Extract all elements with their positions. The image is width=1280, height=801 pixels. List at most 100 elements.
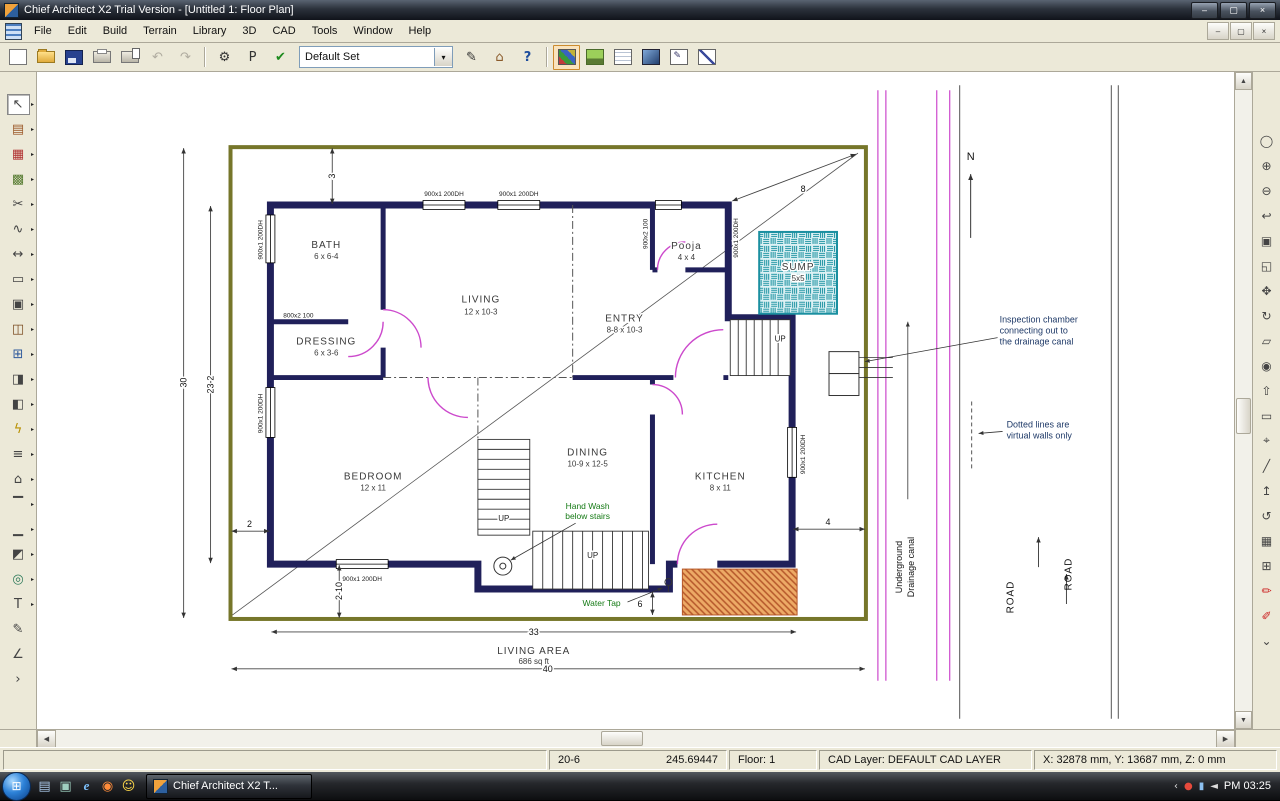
room-size-kitchen[interactable]: 8 x 11 [710,483,732,492]
room-label-bath[interactable]: BATH [311,240,341,251]
dim-4[interactable]: 4 [826,517,831,527]
furniture-tools[interactable]: ◧ ▸ [1,392,35,417]
close-button[interactable]: × [1249,2,1276,19]
room-label-pooja[interactable]: Pooja [671,241,701,252]
internet-explorer-icon[interactable]: e [76,775,97,797]
window-label-pooja-right[interactable]: 900x1 200DH [733,218,740,258]
living-area-label[interactable]: LIVING AREA [497,646,570,657]
scroll-down-button[interactable]: ▼ [1235,711,1252,729]
room-size-entry[interactable]: 8-8 x 10-3 [607,326,643,335]
redline-tool[interactable]: ✐ [1255,603,1279,628]
camera-view-tools[interactable]: ◎ ▸ [1,567,35,592]
dim-6[interactable]: 6 [637,599,642,609]
window-label-left-1[interactable]: 900x1 200DH [257,220,264,260]
porch-paving[interactable] [682,569,797,615]
help-contents-button[interactable]: ? [514,45,541,70]
pan-window-tool[interactable]: ✥ [1255,278,1279,303]
tool-dropdown-icon[interactable]: ▸ [31,426,34,433]
scroll-left-button[interactable]: ◀ [37,730,56,748]
tool-dropdown-icon[interactable]: ▸ [31,101,34,108]
wall-break-tool[interactable]: ✂ ▸ [1,192,35,217]
tool-dropdown-icon[interactable]: ▸ [31,126,34,133]
undo-button[interactable]: ↶ [144,45,171,70]
tool-dropdown-icon[interactable]: ▸ [31,151,34,158]
perspective-view-button[interactable] [637,45,664,70]
room-size-sump[interactable]: 5x5 [792,274,805,283]
plan-view-button[interactable] [553,45,580,70]
select-objects-tool[interactable]: ↖ ▸ [1,92,35,117]
north-label[interactable]: N [967,151,975,163]
antivirus-tray-icon[interactable]: ● [1184,781,1193,792]
print-preview-button[interactable] [116,45,143,70]
copy-region-tool[interactable]: ▱ [1255,328,1279,353]
window-label-top-1[interactable]: 900x1 200DH [424,191,464,198]
draw-line-tool[interactable]: ╱ [1255,453,1279,478]
cross-section-button[interactable] [693,45,720,70]
door-label-pooja[interactable]: 900x2 100 [642,218,649,249]
room-size-bath[interactable]: 6 x 6-4 [314,252,339,261]
inspection-note-line2[interactable]: connecting out to [1000,326,1068,336]
road-label-1[interactable]: ROAD [1006,581,1017,614]
calculator-tool[interactable]: ⊞ [1255,553,1279,578]
window-label-kitchen[interactable]: 900x1 200DH [800,434,807,474]
up-label-stairs2[interactable]: UP [587,551,598,560]
tool-dropdown-icon[interactable]: ▸ [31,201,34,208]
tool-dropdown-icon[interactable]: ▸ [31,351,34,358]
menu-window[interactable]: Window [345,22,400,40]
doorway-view-tool[interactable]: ◉ [1255,353,1279,378]
stairs[interactable] [478,320,790,589]
raise-elevation-tool[interactable]: ↥ [1255,478,1279,503]
room-label-living[interactable]: LIVING [462,295,501,306]
tool-dropdown-icon[interactable]: ▸ [31,576,34,583]
tool-dropdown-icon[interactable]: ▸ [31,176,34,183]
menu-build[interactable]: Build [95,22,135,40]
save-plan-button[interactable] [60,45,87,70]
up-label-porch[interactable]: UP [775,335,786,344]
maximize-button[interactable]: ▢ [1220,2,1247,19]
dimension-tools[interactable]: ↔ ▸ [1,242,35,267]
menu-edit[interactable]: Edit [60,22,95,40]
tool-dropdown-icon[interactable]: ▸ [31,251,34,258]
markup-tool[interactable]: ✏ [1255,578,1279,603]
horizontal-scrollbar[interactable]: ◀ ▶ [0,729,1280,747]
inspection-note-line1[interactable]: Inspection chamber [1000,315,1078,325]
tool-dropdown-icon[interactable]: ▸ [31,276,34,283]
angle-snap-tool[interactable]: ∠ ▸ [1,642,35,667]
electrical-tools[interactable]: ϟ ▸ [1,417,35,442]
room-label-dining[interactable]: DINING [567,447,608,458]
mdi-minimize-button[interactable]: – [1207,22,1229,40]
vertical-scroll-thumb[interactable] [1236,398,1251,434]
room-label-entry[interactable]: ENTRY [605,314,644,325]
zoom-selected-tool[interactable]: ◱ [1255,253,1279,278]
road-label-2[interactable]: ROAD [1063,558,1074,591]
menu-help[interactable]: Help [401,22,440,40]
dotted-note-line2[interactable]: virtual walls only [1007,430,1073,440]
fixture-tools[interactable]: ◨ ▸ [1,367,35,392]
taskbar-app-button[interactable]: Chief Architect X2 T... [146,774,312,799]
undo-zoom-tool[interactable]: ↩ [1255,203,1279,228]
living-area-value[interactable]: 686 sq ft [518,657,549,666]
underground-label-line2[interactable]: Drainage canal [906,537,916,597]
dim-33[interactable]: 33 [529,627,539,637]
underground-label-line1[interactable]: Underground [894,541,904,593]
menu-cad[interactable]: CAD [264,22,303,40]
combo-dropdown-icon[interactable]: ▾ [434,48,452,66]
new-plan-button[interactable] [4,45,31,70]
ceiling-tools[interactable]: ▔ ▸ [1,492,35,517]
mdi-restore-button[interactable]: ▢ [1230,22,1252,40]
grid-snap-tool[interactable]: ▦ [1255,528,1279,553]
text-tools[interactable]: T ▸ [1,592,35,617]
dim-23-2[interactable]: 23-2 [206,376,216,394]
dim-30[interactable]: 30 [179,378,189,388]
room-label-kitchen[interactable]: KITCHEN [695,471,746,482]
zoom-in-tool[interactable]: ⊕ [1255,153,1279,178]
tool-dropdown-icon[interactable]: ▸ [31,551,34,558]
media-player-icon[interactable]: ◉ [97,775,118,797]
volume-tray-icon[interactable]: ◄ [1210,781,1218,792]
vertical-scroll-track[interactable] [1235,90,1252,711]
up-floor-tool[interactable]: ⇧ [1255,378,1279,403]
more-tools-button[interactable]: › ▸ [1,667,35,692]
library-browser-button[interactable]: ⌂ [486,45,513,70]
room-label-sump[interactable]: SUMP [782,262,815,273]
floor-plan-canvas[interactable]: BATH 6 x 6-4 DRESSING 6 x 3-6 LIVING 12 … [37,72,1234,729]
